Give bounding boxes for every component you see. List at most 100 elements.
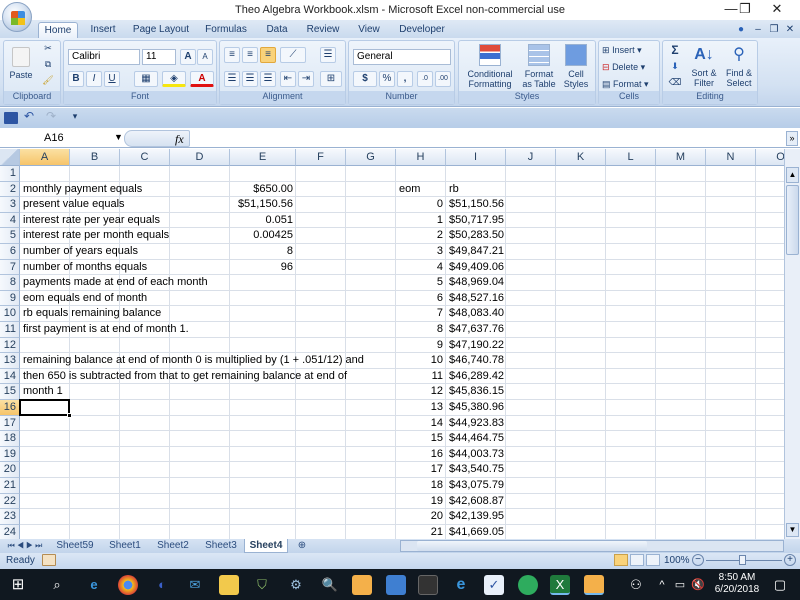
expand-formula-bar-icon[interactable]: » bbox=[786, 131, 798, 146]
sheet-nav-buttons[interactable]: ⏮◀▶⏭ bbox=[2, 539, 50, 553]
cell-a2[interactable]: monthly payment equals bbox=[20, 182, 145, 198]
document-viewer-icon[interactable] bbox=[584, 575, 604, 595]
cell-eom[interactable]: 0 bbox=[396, 197, 446, 213]
restore-icon[interactable]: ❐ bbox=[722, 0, 768, 20]
row-header-21[interactable]: 21 bbox=[0, 478, 20, 494]
cell-rb[interactable]: $44,003.73 bbox=[446, 447, 507, 463]
cell-eom[interactable]: 5 bbox=[396, 275, 446, 291]
cell-rb[interactable]: $42,139.95 bbox=[446, 509, 507, 525]
cell-a14[interactable]: then 650 is subtracted from that to get … bbox=[20, 369, 350, 385]
column-header-m[interactable]: M bbox=[656, 149, 706, 166]
sheet-tab-sheet2[interactable]: Sheet2 bbox=[152, 539, 194, 553]
clear-button[interactable]: ⌫ bbox=[665, 77, 685, 87]
cell-rb[interactable]: $45,836.15 bbox=[446, 384, 507, 400]
align-middle-button[interactable]: ≡ bbox=[242, 47, 258, 63]
column-header-d[interactable]: D bbox=[170, 149, 230, 166]
tab-developer[interactable]: Developer bbox=[396, 22, 448, 38]
row-header-12[interactable]: 12 bbox=[0, 337, 20, 354]
format-as-table-button[interactable]: Format as Table bbox=[521, 44, 557, 92]
align-bottom-button[interactable]: ≡ bbox=[260, 47, 276, 63]
select-all-button[interactable] bbox=[0, 149, 20, 166]
cell-e4[interactable]: 0.051 bbox=[230, 213, 296, 229]
vertical-scroll-thumb[interactable] bbox=[786, 185, 799, 255]
column-header-f[interactable]: F bbox=[296, 149, 346, 166]
cell-i2[interactable]: rb bbox=[446, 182, 462, 198]
underline-button[interactable]: U bbox=[104, 71, 120, 87]
cell-a11[interactable]: first payment is at end of month 1. bbox=[20, 322, 192, 338]
magnifier-icon[interactable]: 🔍 bbox=[320, 575, 340, 595]
wrap-text-button[interactable]: ☰ bbox=[320, 47, 336, 63]
file-explorer-icon[interactable] bbox=[219, 575, 239, 595]
zoom-out-button[interactable]: − bbox=[692, 554, 704, 566]
font-color-button[interactable]: A bbox=[190, 71, 214, 87]
fill-button[interactable]: ⬇ bbox=[665, 61, 685, 71]
cell-rb[interactable]: $50,717.95 bbox=[446, 213, 507, 229]
help-icon[interactable]: ● bbox=[734, 22, 748, 38]
thunderbird-icon[interactable]: ✉ bbox=[185, 575, 205, 595]
document-app-icon[interactable] bbox=[352, 575, 372, 595]
cell-rb[interactable]: $48,083.40 bbox=[446, 306, 507, 322]
column-header-b[interactable]: B bbox=[70, 149, 120, 166]
redo-icon[interactable]: ↷ bbox=[44, 110, 58, 122]
cell-e5[interactable]: 0.00425 bbox=[230, 228, 296, 244]
cell-rb[interactable]: $51,150.56 bbox=[446, 197, 507, 213]
row-header-5[interactable]: 5 bbox=[0, 228, 20, 244]
page-layout-view-icon[interactable] bbox=[630, 554, 644, 566]
font-name-select[interactable]: Calibri bbox=[68, 49, 140, 65]
italic-button[interactable]: I bbox=[86, 71, 102, 87]
tab-formulas[interactable]: Formulas bbox=[202, 22, 250, 38]
cell-eom[interactable]: 7 bbox=[396, 306, 446, 322]
cell-rb[interactable]: $50,283.50 bbox=[446, 228, 507, 244]
align-center-button[interactable]: ☰ bbox=[242, 71, 258, 87]
cell-eom[interactable]: 4 bbox=[396, 260, 446, 276]
cell-h2[interactable]: eom bbox=[396, 182, 423, 198]
shrink-font-button[interactable]: A bbox=[197, 49, 213, 65]
borders-button[interactable]: ▦ bbox=[134, 71, 158, 87]
cell-rb[interactable]: $43,540.75 bbox=[446, 462, 507, 478]
row-header-6[interactable]: 6 bbox=[0, 244, 20, 260]
scroll-down-button[interactable]: ▼ bbox=[786, 523, 799, 537]
undo-icon[interactable]: ↶ bbox=[22, 110, 36, 122]
cell-rb[interactable]: $46,740.78 bbox=[446, 353, 507, 369]
cell-a4[interactable]: interest rate per year equals bbox=[20, 213, 163, 229]
row-header-1[interactable]: 1 bbox=[0, 166, 20, 182]
cell-e6[interactable]: 8 bbox=[230, 244, 296, 260]
cell-eom[interactable]: 17 bbox=[396, 462, 446, 478]
copy-icon[interactable]: ⧉ bbox=[40, 59, 56, 73]
conditional-formatting-button[interactable]: Conditional Formatting bbox=[461, 44, 519, 92]
sort-filter-button[interactable]: A↓ Sort & Filter bbox=[687, 44, 721, 92]
zoom-in-button[interactable]: + bbox=[784, 554, 796, 566]
sheet-tab-sheet59[interactable]: Sheet59 bbox=[52, 539, 98, 553]
row-header-11[interactable]: 11 bbox=[0, 322, 20, 338]
customize-qat-icon[interactable]: ▾ bbox=[70, 111, 80, 121]
network-app-icon[interactable]: ⛉ bbox=[252, 575, 272, 595]
row-header-9[interactable]: 9 bbox=[0, 290, 20, 307]
vertical-scrollbar[interactable]: ▲ ▼ bbox=[784, 149, 800, 539]
sheet-tab-sheet3[interactable]: Sheet3 bbox=[200, 539, 242, 553]
increase-indent-button[interactable]: ⇥ bbox=[298, 71, 314, 87]
insert-function-icon[interactable]: fx bbox=[175, 132, 184, 147]
cell-a9[interactable]: eom equals end of month bbox=[20, 291, 150, 307]
paste-button[interactable]: Paste bbox=[8, 45, 34, 89]
cell-eom[interactable]: 16 bbox=[396, 447, 446, 463]
cell-eom[interactable]: 1 bbox=[396, 213, 446, 229]
cell-rb[interactable]: $44,923.83 bbox=[446, 416, 507, 432]
cell-rb[interactable]: $49,847.21 bbox=[446, 244, 507, 260]
cell-eom[interactable]: 11 bbox=[396, 369, 446, 385]
settings-app-icon[interactable]: ⚙ bbox=[286, 575, 306, 595]
increase-decimal-button[interactable]: .0 bbox=[417, 71, 433, 87]
page-break-view-icon[interactable] bbox=[646, 554, 660, 566]
merge-center-button[interactable]: ⊞ bbox=[320, 71, 342, 87]
column-header-n[interactable]: N bbox=[706, 149, 756, 166]
tab-review[interactable]: Review bbox=[304, 22, 342, 38]
normal-view-icon[interactable] bbox=[614, 554, 628, 566]
cell-rb[interactable]: $46,289.42 bbox=[446, 369, 507, 385]
row-header-10[interactable]: 10 bbox=[0, 306, 20, 322]
cell-eom[interactable]: 2 bbox=[396, 228, 446, 244]
cell-eom[interactable]: 20 bbox=[396, 509, 446, 525]
orientation-button[interactable]: ⟋ bbox=[280, 47, 306, 63]
column-header-i[interactable]: I bbox=[446, 149, 506, 166]
row-header-15[interactable]: 15 bbox=[0, 384, 20, 400]
column-header-e[interactable]: E bbox=[230, 149, 296, 166]
cell-eom[interactable]: 18 bbox=[396, 478, 446, 494]
